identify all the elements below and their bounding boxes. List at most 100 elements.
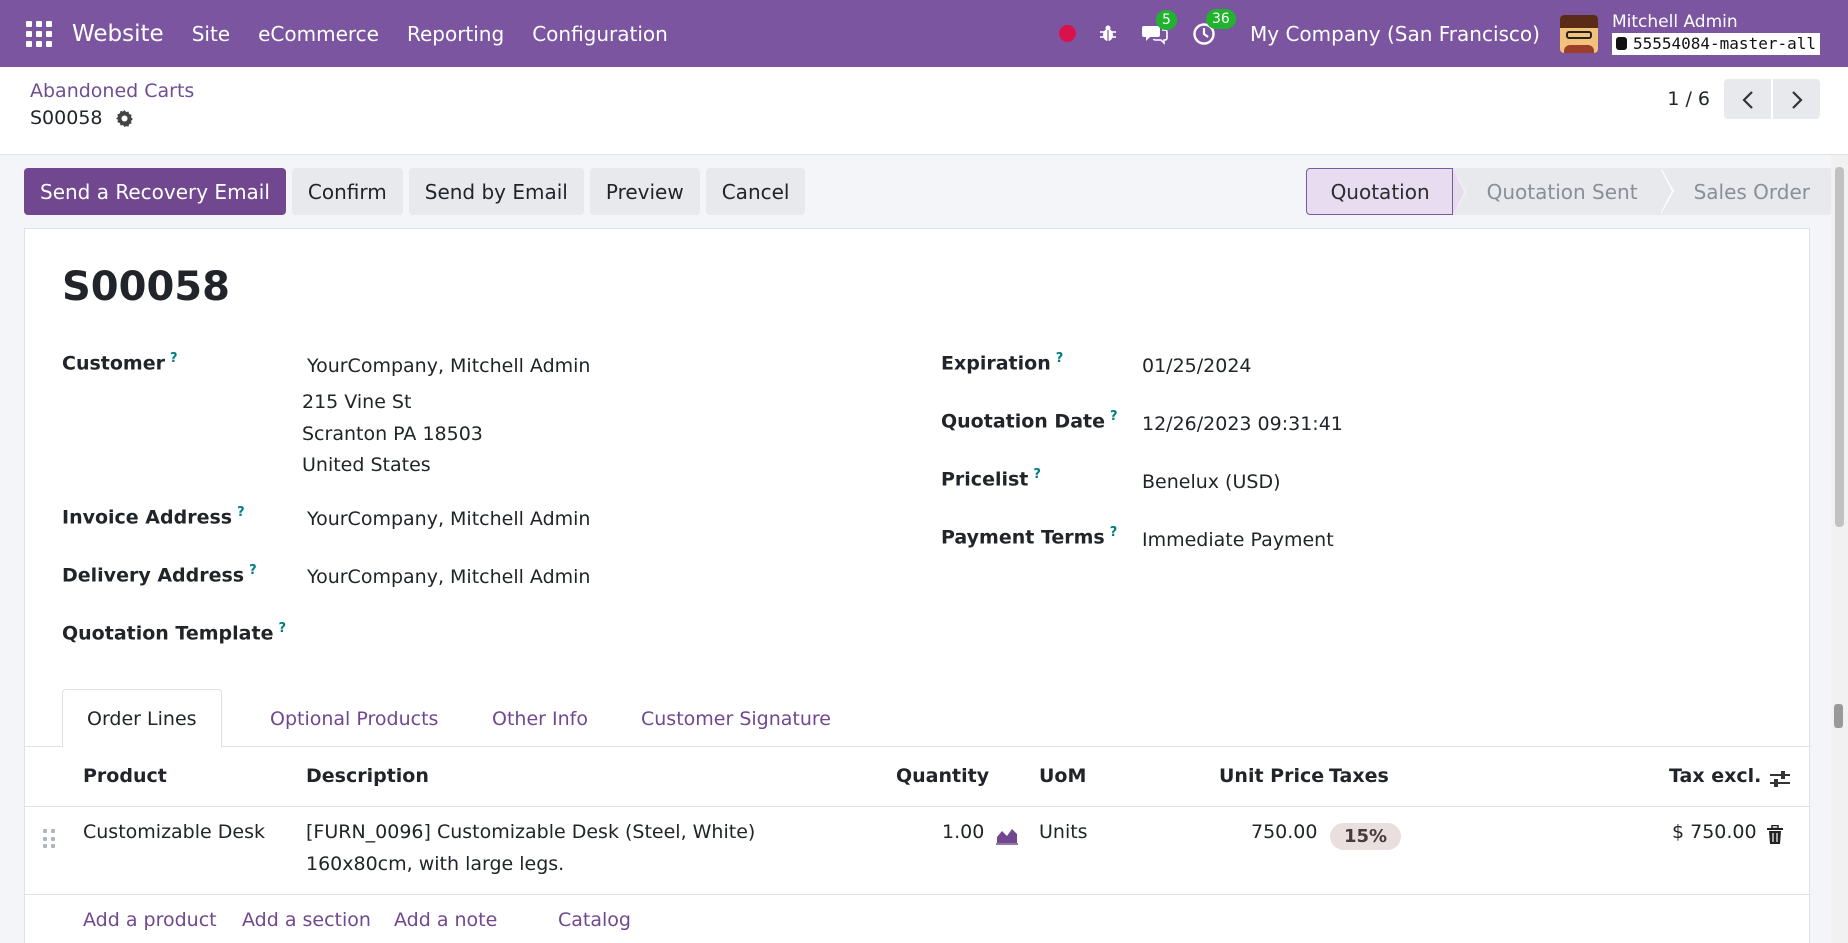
payment-terms-field[interactable]: Immediate Payment <box>1142 529 1334 551</box>
forecast-chart-icon[interactable] <box>995 823 1019 845</box>
breadcrumb-current: S00058 <box>30 107 134 129</box>
pager-previous-button[interactable] <box>1724 79 1771 119</box>
help-tooltip-icon[interactable]: ? <box>1110 525 1118 540</box>
row-quantity[interactable]: 1.00 <box>942 821 984 843</box>
drag-handle-icon[interactable] <box>43 829 55 849</box>
order-title: S00058 <box>62 264 230 310</box>
customer-field[interactable]: YourCompany, Mitchell Admin <box>307 355 590 377</box>
column-uom[interactable]: UoM <box>1039 765 1086 787</box>
customer-label: Customer? <box>62 351 178 375</box>
gear-icon[interactable] <box>115 107 134 129</box>
help-tooltip-icon[interactable]: ? <box>1033 467 1041 482</box>
help-tooltip-icon[interactable]: ? <box>278 621 286 636</box>
notebook-tabs: Order Lines Optional Products Other Info… <box>25 689 1811 748</box>
preview-button[interactable]: Preview <box>589 168 700 215</box>
menu-site[interactable]: Site <box>192 22 230 46</box>
quotation-date-field[interactable]: 12/26/2023 09:31:41 <box>1142 413 1343 435</box>
page-scrollbar-thumb[interactable] <box>1835 167 1844 527</box>
customer-country: United States <box>302 454 431 476</box>
add-line-links: Add a product Add a section Add a note C… <box>25 895 1811 943</box>
row-product[interactable]: Customizable Desk <box>83 821 265 843</box>
company-switcher[interactable]: My Company (San Francisco) <box>1250 22 1540 46</box>
messages-badge: 5 <box>1156 9 1177 30</box>
database-name: 55554084-master-all <box>1611 32 1820 55</box>
trash-icon[interactable] <box>1766 823 1784 845</box>
stage-quotation[interactable]: Quotation <box>1305 168 1466 215</box>
pager: 1 / 6 <box>1667 79 1820 119</box>
apps-menu-icon[interactable] <box>26 20 52 47</box>
activities-clock-icon[interactable]: 36 <box>1192 8 1236 46</box>
record-name: S00058 <box>30 107 103 129</box>
send-recovery-email-button[interactable]: Send a Recovery Email <box>24 168 286 215</box>
row-tax-tag[interactable]: 15% <box>1330 823 1402 850</box>
action-buttons: Send a Recovery Email Confirm Send by Em… <box>24 168 811 215</box>
database-label: 55554084-master-all <box>1632 33 1816 53</box>
menu-ecommerce[interactable]: eCommerce <box>258 22 379 46</box>
stage-quotation-sent[interactable]: Quotation Sent <box>1452 168 1674 215</box>
column-description[interactable]: Description <box>306 765 429 787</box>
tab-optional-products[interactable]: Optional Products <box>246 689 462 748</box>
column-taxes[interactable]: Taxes <box>1329 765 1389 787</box>
help-tooltip-icon[interactable]: ? <box>249 563 257 578</box>
expiration-label: Expiration? <box>941 351 1064 375</box>
help-tooltip-icon[interactable]: ? <box>1110 409 1118 424</box>
optional-columns-icon[interactable] <box>1769 767 1791 789</box>
pricelist-field[interactable]: Benelux (USD) <box>1142 471 1280 493</box>
pager-value[interactable]: 1 / 6 <box>1667 88 1710 110</box>
page-scrollbar[interactable] <box>1831 155 1848 943</box>
breadcrumb-abandoned-carts[interactable]: Abandoned Carts <box>30 80 194 102</box>
quotation-template-label: Quotation Template? <box>62 621 286 645</box>
customer-city: Scranton PA 18503 <box>302 423 483 445</box>
menu-configuration[interactable]: Configuration <box>532 22 668 46</box>
catalog-link[interactable]: Catalog <box>558 909 631 931</box>
recording-dot-icon[interactable] <box>1059 25 1077 42</box>
delivery-address-label: Delivery Address? <box>62 563 257 587</box>
row-description-line1[interactable]: [FURN_0096] Customizable Desk (Steel, Wh… <box>306 821 755 843</box>
help-tooltip-icon[interactable]: ? <box>1056 351 1064 366</box>
help-tooltip-icon[interactable]: ? <box>170 351 178 366</box>
order-lines-header: Product Description Quantity UoM Unit Pr… <box>25 747 1811 807</box>
stage-sales-order[interactable]: Sales Order <box>1659 168 1832 215</box>
add-section-link[interactable]: Add a section <box>242 909 371 931</box>
tab-customer-signature[interactable]: Customer Signature <box>617 689 855 748</box>
user-name[interactable]: Mitchell Admin <box>1612 13 1820 31</box>
column-unit-price[interactable]: Unit Price <box>1219 765 1324 787</box>
add-note-link[interactable]: Add a note <box>394 909 497 931</box>
row-unit-price[interactable]: 750.00 <box>1251 821 1317 843</box>
tabs-scrollbar[interactable] <box>1831 690 1846 742</box>
invoice-address-label: Invoice Address? <box>62 505 245 529</box>
activities-badge: 36 <box>1206 8 1236 29</box>
tab-other-info[interactable]: Other Info <box>468 689 612 748</box>
column-quantity[interactable]: Quantity <box>896 765 989 787</box>
tabs-scrollbar-thumb[interactable] <box>1834 704 1843 728</box>
quotation-template-field[interactable] <box>307 621 727 647</box>
confirm-button[interactable]: Confirm <box>291 168 403 215</box>
customer-street: 215 Vine St <box>302 391 412 413</box>
user-menu[interactable]: Mitchell Admin 55554084-master-all <box>1611 13 1820 55</box>
payment-terms-label: Payment Terms? <box>941 525 1118 549</box>
debug-icon[interactable] <box>1098 24 1118 44</box>
column-tax-excl[interactable]: Tax excl. <box>1669 765 1761 787</box>
chevron-left-icon <box>1741 85 1755 113</box>
control-panel: Abandoned Carts S00058 1 / 6 <box>0 67 1848 155</box>
row-uom[interactable]: Units <box>1039 821 1088 843</box>
tab-order-lines[interactable]: Order Lines <box>62 689 222 748</box>
cancel-button[interactable]: Cancel <box>705 168 806 215</box>
delivery-address-field[interactable]: YourCompany, Mitchell Admin <box>307 566 590 588</box>
help-tooltip-icon[interactable]: ? <box>237 505 245 520</box>
send-by-email-button[interactable]: Send by Email <box>408 168 584 215</box>
menu-reporting[interactable]: Reporting <box>407 22 504 46</box>
pager-next-button[interactable] <box>1773 79 1820 119</box>
add-product-link[interactable]: Add a product <box>83 909 217 931</box>
column-product[interactable]: Product <box>83 765 167 787</box>
table-row[interactable]: Customizable Desk [FURN_0096] Customizab… <box>25 807 1811 895</box>
chevron-right-icon <box>1790 85 1804 113</box>
user-avatar[interactable] <box>1559 14 1598 53</box>
messages-icon[interactable]: 5 <box>1142 9 1177 45</box>
app-name[interactable]: Website <box>72 21 164 47</box>
expiration-field[interactable]: 01/25/2024 <box>1142 355 1252 377</box>
row-subtotal: $ 750.00 <box>1672 821 1757 843</box>
database-icon <box>1615 37 1627 50</box>
row-description-line2[interactable]: 160x80cm, with large legs. <box>306 853 564 875</box>
invoice-address-field[interactable]: YourCompany, Mitchell Admin <box>307 508 590 530</box>
